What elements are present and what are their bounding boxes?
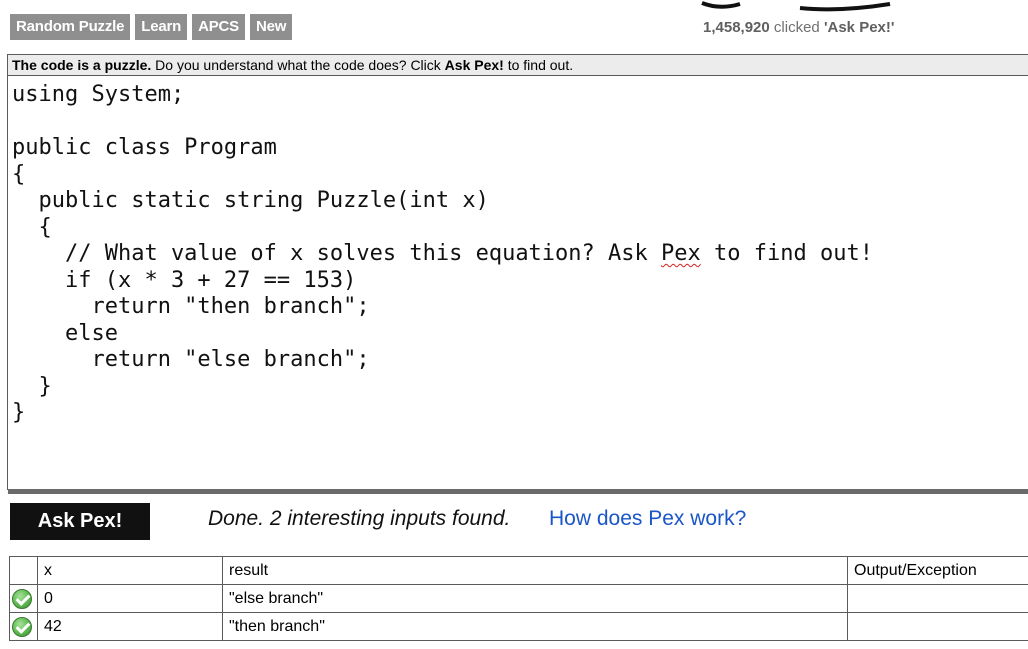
random-puzzle-button[interactable]: Random Puzzle (10, 14, 131, 40)
comment-start: // What value of x solves this equation?… (12, 241, 662, 266)
learn-button[interactable]: Learn (135, 14, 188, 40)
table-header-row: x result Output/Exception (9, 556, 1028, 585)
header-result: result (222, 556, 848, 585)
code-line: { (12, 161, 26, 187)
status-message: Done. 2 interesting inputs found. (208, 507, 511, 530)
code-area[interactable]: using System; public class Program{ publ… (8, 76, 1028, 427)
code-line: { (12, 214, 52, 240)
row-status (9, 612, 38, 641)
how-pex-works-link[interactable]: How does Pex work? (549, 507, 746, 531)
row-x: 0 (37, 584, 223, 613)
row-result: "else branch" (222, 584, 848, 613)
check-icon (12, 588, 32, 609)
ask-pex-button[interactable]: Ask Pex! (10, 503, 150, 540)
header-status (9, 556, 38, 585)
instructions-bold: The code is a puzzle. (12, 57, 152, 73)
click-count: 1,458,920 (703, 19, 770, 36)
code-line: return "else branch"; (12, 347, 370, 372)
editor-instructions: The code is a puzzle. Do you understand … (8, 55, 1028, 76)
code-line: if (x * 3 + 27 == 153) (12, 267, 357, 293)
table-row[interactable]: 42 "then branch" (9, 612, 1028, 641)
table-row[interactable]: 0 "else branch" (9, 584, 1028, 613)
instructions-tail: to find out. (507, 57, 574, 73)
code-line: public static string Puzzle(int x) (12, 188, 489, 213)
code-line: return "then branch"; (12, 294, 370, 319)
click-counter: 1,458,920 clicked 'Ask Pex!' (703, 19, 894, 36)
click-count-text: clicked (773, 19, 820, 36)
instructions-text: Do you understand what the code does? Cl… (155, 57, 441, 73)
code-line: } (12, 400, 26, 425)
row-status (9, 584, 38, 613)
apcs-button[interactable]: APCS (192, 14, 245, 40)
header-output: Output/Exception (847, 556, 1028, 585)
code-line: } (12, 373, 52, 399)
results-table: x result Output/Exception 0 "else branch… (9, 556, 1028, 641)
code-line: else (12, 320, 118, 346)
spellcheck-word: Pex (661, 241, 701, 266)
click-count-action: 'Ask Pex!' (823, 19, 895, 36)
editor-resize-bar[interactable] (8, 489, 1028, 494)
row-result: "then branch" (222, 612, 848, 641)
header-x: x (37, 556, 223, 585)
instructions-action: Ask Pex! (444, 57, 504, 73)
code-line: // What value of x solves this equation?… (12, 241, 1028, 268)
top-nav: Random Puzzle Learn APCS New (10, 14, 293, 40)
row-output (847, 584, 1028, 613)
row-x: 42 (37, 612, 223, 641)
comment-end: to find out! (700, 241, 873, 266)
row-output (847, 612, 1028, 641)
code-line: public class Program (12, 135, 277, 160)
check-icon (12, 616, 32, 637)
logo-swoosh (701, 1, 891, 12)
new-button[interactable]: New (249, 14, 293, 40)
code-editor[interactable]: The code is a puzzle. Do you understand … (7, 54, 1028, 494)
code-line: using System; (12, 82, 185, 107)
